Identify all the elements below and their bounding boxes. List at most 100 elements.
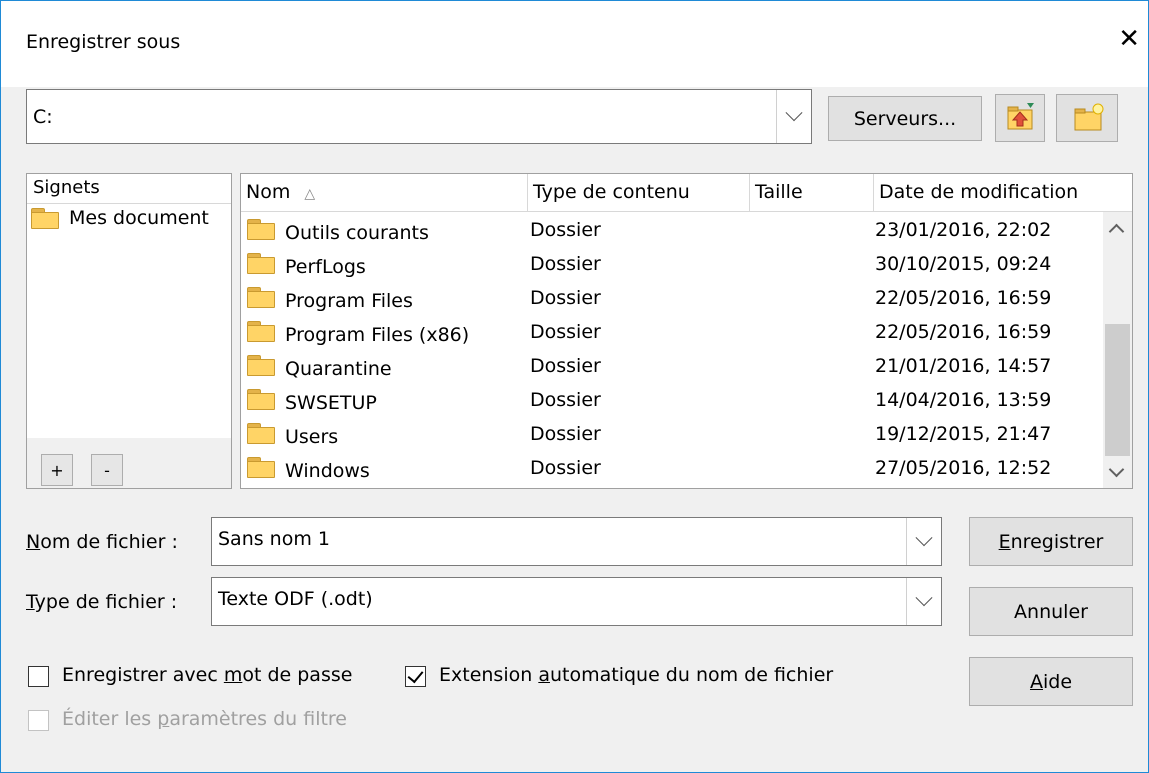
row-name: PerfLogs — [285, 256, 366, 278]
bookmarks-header: Signets — [27, 174, 231, 204]
file-list-header: Nom △ Type de contenu Taille Date de mod… — [241, 174, 1132, 212]
column-header-date[interactable]: Date de modification — [874, 174, 1132, 212]
remove-bookmark-button[interactable]: - — [91, 454, 123, 486]
row-name-cell: PerfLogs — [247, 253, 366, 278]
row-name: Program Files (x86) — [285, 324, 470, 346]
row-name-cell: Quarantine — [247, 355, 392, 380]
scrollbar-thumb[interactable] — [1105, 324, 1130, 456]
bookmarks-toolbar: + - — [27, 438, 231, 488]
row-name-cell: Windows — [247, 457, 370, 482]
row-type-cell: Dossier — [530, 355, 601, 377]
table-row[interactable]: SWSETUP Dossier 14/04/2016, 13:59 — [241, 385, 1101, 419]
folder-icon — [247, 389, 275, 410]
row-type-cell: Dossier — [530, 457, 601, 479]
row-name: Outils courants — [285, 222, 429, 244]
row-date-cell: 22/05/2016, 16:59 — [875, 287, 1052, 309]
row-name-cell: Outils courants — [247, 219, 429, 244]
table-row[interactable]: Quarantine Dossier 21/01/2016, 14:57 — [241, 351, 1101, 385]
dialog-title: Enregistrer sous — [26, 31, 181, 53]
row-name-cell: SWSETUP — [247, 389, 377, 414]
table-row[interactable]: Windows Dossier 27/05/2016, 12:52 — [241, 453, 1101, 487]
chevron-down-icon — [915, 528, 933, 546]
filter-settings-checkbox — [28, 710, 49, 731]
auto-extension-checkbox-label[interactable]: Extension automatique du nom de fichier — [439, 664, 833, 686]
row-date-cell: 23/01/2016, 22:02 — [875, 219, 1052, 241]
table-row[interactable]: Outils courants Dossier 23/01/2016, 22:02 — [241, 215, 1101, 249]
scroll-up-icon[interactable] — [1108, 223, 1125, 240]
vertical-scrollbar[interactable] — [1103, 212, 1132, 488]
row-date-cell: 19/12/2015, 21:47 — [875, 423, 1052, 445]
row-type-cell: Dossier — [530, 253, 601, 275]
table-row[interactable]: Program Files Dossier 22/05/2016, 16:59 — [241, 283, 1101, 317]
sort-ascending-icon: △ — [304, 186, 316, 202]
add-bookmark-button[interactable]: + — [41, 454, 73, 486]
cancel-button[interactable]: Annuler — [969, 587, 1133, 636]
folder-icon — [31, 208, 59, 229]
filename-dropdown-button[interactable] — [906, 518, 941, 565]
scroll-down-icon[interactable] — [1108, 461, 1125, 478]
close-icon[interactable]: ✕ — [1118, 26, 1140, 52]
chevron-down-icon — [915, 588, 933, 606]
new-folder-button[interactable] — [1056, 94, 1118, 142]
password-checkbox-label[interactable]: Enregistrer avec mot de passe — [62, 664, 352, 686]
column-name-label: Nom — [246, 181, 291, 203]
row-date-cell: 14/04/2016, 13:59 — [875, 389, 1052, 411]
column-header-size[interactable]: Taille — [750, 174, 874, 212]
new-folder-icon — [1074, 103, 1104, 131]
filter-settings-checkbox-label: Éditer les paramètres du filtre — [62, 708, 348, 730]
row-date-cell: 30/10/2015, 09:24 — [875, 253, 1052, 275]
row-type-cell: Dossier — [530, 287, 601, 309]
row-type-cell: Dossier — [530, 389, 601, 411]
filetype-select[interactable]: Texte ODF (.odt) — [211, 577, 942, 626]
filename-value[interactable]: Sans nom 1 — [218, 528, 330, 550]
row-name: Quarantine — [285, 358, 392, 380]
path-combobox[interactable] — [26, 89, 812, 144]
row-type-cell: Dossier — [530, 321, 601, 343]
table-row[interactable]: PerfLogs Dossier 30/10/2015, 09:24 — [241, 249, 1101, 283]
servers-button[interactable]: Serveurs... — [828, 96, 982, 141]
row-name-cell: Program Files (x86) — [247, 321, 469, 346]
save-button[interactable]: Enregistrer — [969, 517, 1133, 566]
filetype-value[interactable]: Texte ODF (.odt) — [218, 588, 373, 610]
bookmark-label: Mes document — [69, 207, 209, 229]
filetype-dropdown-button[interactable] — [906, 578, 941, 625]
folder-icon — [247, 355, 275, 376]
title-bar: Enregistrer sous ✕ — [1, 1, 1148, 87]
folder-icon — [247, 321, 275, 342]
row-date-cell: 22/05/2016, 16:59 — [875, 321, 1052, 343]
folder-icon — [247, 253, 275, 274]
filename-combobox[interactable]: Sans nom 1 — [211, 517, 942, 566]
servers-label: Serveurs... — [853, 107, 957, 130]
row-type-cell: Dossier — [530, 423, 601, 445]
row-date-cell: 21/01/2016, 14:57 — [875, 355, 1052, 377]
folder-icon — [247, 219, 275, 240]
row-name-cell: Program Files — [247, 287, 413, 312]
row-name-cell: Users — [247, 423, 338, 448]
path-dropdown-button[interactable] — [776, 90, 811, 143]
password-checkbox[interactable] — [28, 666, 49, 687]
folder-up-button[interactable] — [995, 94, 1045, 142]
row-name: Program Files — [285, 290, 413, 312]
bookmarks-panel: Signets Mes document + - — [26, 173, 232, 489]
help-button[interactable]: Aide — [969, 657, 1133, 706]
row-name: Users — [285, 426, 339, 448]
filename-label: Nom de fichier : — [26, 531, 178, 553]
column-header-name[interactable]: Nom △ — [241, 174, 528, 212]
folder-icon — [247, 287, 275, 308]
row-type-cell: Dossier — [530, 219, 601, 241]
file-list: Nom △ Type de contenu Taille Date de mod… — [240, 173, 1133, 489]
row-date-cell: 27/05/2016, 12:52 — [875, 457, 1052, 479]
row-name: SWSETUP — [285, 392, 377, 414]
folder-up-icon — [1007, 103, 1034, 130]
bookmark-item[interactable]: Mes document — [31, 207, 209, 229]
save-as-dialog: Enregistrer sous ✕ Serveurs... Signets — [0, 0, 1149, 773]
table-row[interactable]: Users Dossier 19/12/2015, 21:47 — [241, 419, 1101, 453]
path-input[interactable] — [31, 102, 775, 132]
folder-icon — [247, 423, 275, 444]
auto-extension-checkbox[interactable] — [405, 666, 426, 687]
folder-icon — [247, 457, 275, 478]
filetype-label: Type de fichier : — [26, 591, 178, 613]
column-header-type[interactable]: Type de contenu — [528, 174, 750, 212]
table-row[interactable]: Program Files (x86) Dossier 22/05/2016, 16… — [241, 317, 1101, 351]
row-name: Windows — [285, 460, 370, 482]
